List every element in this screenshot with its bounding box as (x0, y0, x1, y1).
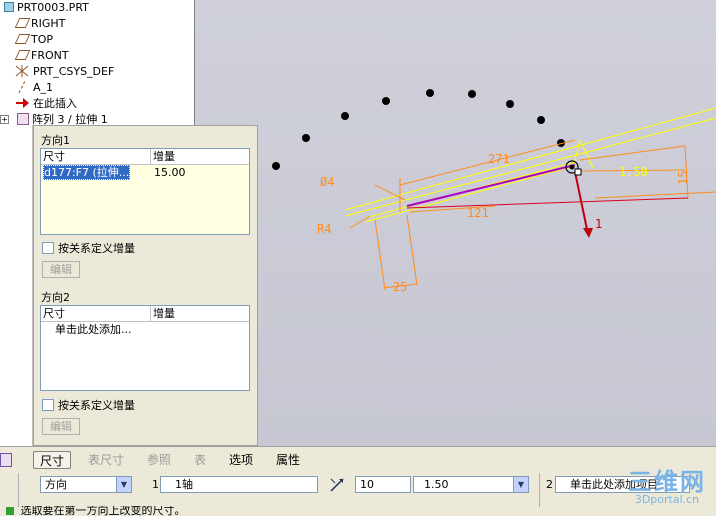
tree-item-axis[interactable]: A_1 (14, 79, 53, 95)
direction2-list[interactable]: 尺寸 增量 单击此处添加... (40, 305, 250, 391)
col-dimension[interactable]: 尺寸 (41, 306, 151, 321)
select-value: 1.50 (424, 478, 449, 491)
checkbox-box[interactable] (42, 242, 54, 254)
divider (18, 473, 19, 507)
tab-table-dimensions[interactable]: 表尺寸 (88, 451, 124, 469)
checkbox-label: 按关系定义增量 (58, 399, 135, 412)
divider (539, 473, 540, 507)
datum-plane-icon (14, 18, 31, 28)
pattern-points (272, 89, 565, 170)
yellow-geometry (344, 107, 716, 223)
tab-options[interactable]: 选项 (229, 451, 253, 469)
tree-item-insert-here[interactable]: 在此插入 (14, 95, 77, 111)
spacing-select[interactable]: 1.50 ▼ (413, 476, 529, 493)
model-canvas[interactable]: 271 Ø4 R4 121 25 15 1.50 1 (195, 0, 716, 446)
chevron-down-icon[interactable]: ▼ (513, 477, 528, 492)
watermark-big: 三维网 (628, 468, 706, 496)
dim-diameter-4[interactable]: Ø4 (320, 175, 334, 189)
part-icon (4, 2, 14, 12)
checkbox-label: 按关系定义增量 (58, 242, 135, 255)
chevron-down-icon[interactable]: ▼ (116, 477, 131, 492)
tree-item-right[interactable]: RIGHT (14, 15, 65, 31)
tab-references[interactable]: 参照 (147, 451, 171, 469)
direction1-title: 方向1 (41, 134, 70, 147)
axis-reference-field[interactable]: 1轴 (160, 476, 318, 493)
col-dimension[interactable]: 尺寸 (41, 149, 151, 164)
datum-plane-icon (14, 50, 31, 60)
status-message: 选取要在第一方向上改变的尺寸。 (20, 506, 186, 516)
tree-item-label: 阵列 3 / 拉伸 1 (32, 113, 108, 125)
watermark-small: 3Dportal.cn (634, 493, 700, 506)
direction1-header: 尺寸 增量 (41, 149, 249, 165)
tree-item-front[interactable]: FRONT (14, 47, 69, 63)
checkbox-box[interactable] (42, 399, 54, 411)
tree-item-label: TOP (31, 32, 54, 46)
pattern-icon (0, 453, 12, 467)
flip-direction-icon[interactable] (328, 476, 346, 494)
direction1-relation-checkbox[interactable]: 按关系定义增量 (42, 240, 135, 256)
dim-25[interactable]: 25 (393, 280, 407, 294)
increment-cell[interactable]: 15.00 (151, 165, 186, 181)
direction1-edit-button[interactable]: 编辑 (42, 261, 80, 278)
tree-item-part[interactable]: PRT0003.PRT (2, 0, 89, 15)
status-icon (6, 507, 14, 515)
field-value: 1轴 (175, 478, 193, 491)
insert-here-icon (14, 96, 30, 110)
add-item-text[interactable]: 单击此处添加... (41, 322, 132, 338)
direction1-number: 1 (152, 478, 159, 491)
status-bar: 选取要在第一方向上改变的尺寸。 (0, 506, 716, 516)
graphics-viewport[interactable]: 271 Ø4 R4 121 25 15 1.50 1 (195, 0, 716, 446)
tree-item-label: 在此插入 (33, 97, 77, 110)
direction2-relation-checkbox[interactable]: 按关系定义增量 (42, 397, 135, 413)
member-count-field[interactable]: 10 (355, 476, 411, 493)
direction2-title: 方向2 (41, 291, 70, 304)
dim-121[interactable]: 121 (467, 206, 489, 220)
dim-271[interactable]: 271 (488, 152, 510, 166)
model-tree[interactable]: PRT0003.PRT RIGHT TOP FRONT PRT_CSYS_DEF… (0, 0, 195, 125)
datum-plane-icon (14, 34, 31, 44)
expand-icon[interactable]: + (0, 114, 9, 124)
dimension-lines (349, 139, 716, 291)
tree-item-label: PRT0003.PRT (17, 0, 89, 14)
tree-item-csys[interactable]: PRT_CSYS_DEF (14, 63, 114, 79)
add-item-row[interactable]: 单击此处添加... (41, 322, 249, 338)
direction2-edit-button[interactable]: 编辑 (42, 418, 80, 435)
axis-label: 1 (595, 217, 603, 231)
dim-15[interactable]: 15 (676, 171, 690, 185)
tree-item-pattern[interactable]: + 阵列 3 / 拉伸 1 (0, 111, 108, 125)
pattern-type-select[interactable]: 方向 ▼ (40, 476, 132, 493)
csys-icon (14, 64, 30, 78)
pattern-icon (17, 113, 29, 125)
direction-arrow[interactable] (574, 171, 593, 238)
col-increment[interactable]: 增量 (151, 306, 175, 321)
col-increment[interactable]: 增量 (151, 149, 175, 164)
datum-axis-icon (14, 80, 30, 94)
dimension-cell[interactable]: d177:F7 (拉伸... (43, 165, 131, 180)
direction1-list[interactable]: 尺寸 增量 d177:F7 (拉伸... 15.00 (40, 148, 250, 235)
dimensions-panel: 方向1 尺寸 增量 d177:F7 (拉伸... 15.00 按关系定义增量 编… (33, 125, 258, 446)
tab-dimensions[interactable]: 尺寸 (33, 451, 72, 469)
tree-lower-area (0, 125, 33, 446)
watermark-logo: 三维网 3Dportal.cn (628, 462, 706, 506)
direction2-header: 尺寸 增量 (41, 306, 249, 322)
select-value: 方向 (45, 478, 67, 491)
tab-properties[interactable]: 属性 (276, 451, 300, 469)
tree-item-top[interactable]: TOP (14, 31, 53, 47)
tab-table[interactable]: 表 (194, 451, 206, 469)
tree-item-label: PRT_CSYS_DEF (33, 64, 115, 78)
tree-item-label: FRONT (31, 48, 69, 62)
rod-edge (406, 164, 576, 207)
dim-1-50[interactable]: 1.50 (619, 165, 648, 179)
dim-radius-4[interactable]: R4 (317, 222, 331, 236)
tree-item-label: A_1 (33, 80, 54, 94)
table-row[interactable]: d177:F7 (拉伸... 15.00 (41, 165, 249, 181)
direction2-number: 2 (546, 478, 553, 491)
tree-item-label: RIGHT (31, 16, 66, 30)
